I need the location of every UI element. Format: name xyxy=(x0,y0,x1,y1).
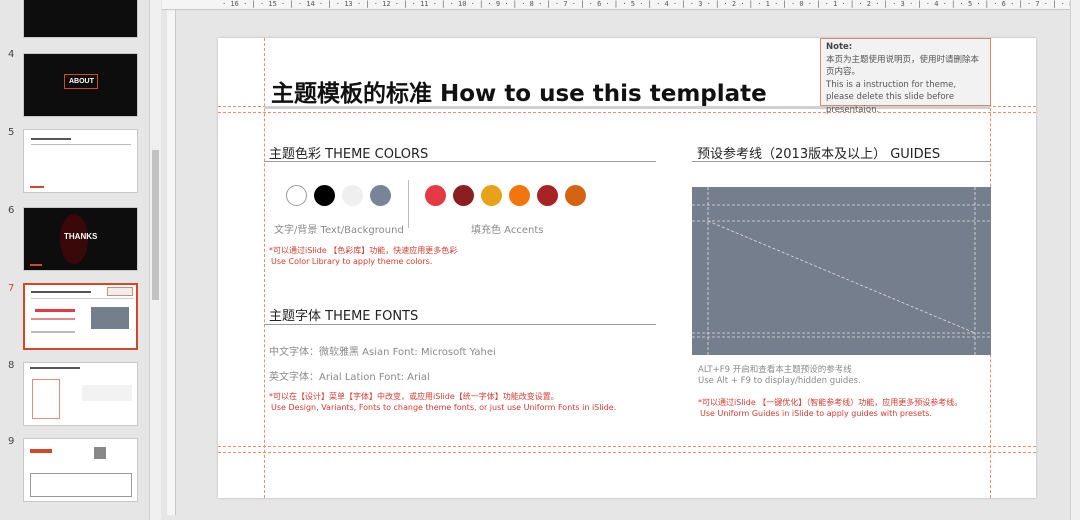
thumbnail-guides-box xyxy=(91,307,129,329)
thumbnail-swatches xyxy=(35,309,75,312)
scrollbar-handle[interactable] xyxy=(152,150,159,300)
thumbnail-logo xyxy=(30,186,44,188)
text-background-swatch[interactable] xyxy=(342,185,363,206)
text-background-swatch[interactable] xyxy=(286,185,307,206)
font-note-cn: *可以在【设计】菜单【字体】中改变，或应用iSlide【统一字体】功能改变设置。 xyxy=(269,392,559,401)
accent-swatch[interactable] xyxy=(425,185,446,206)
note-text-en: This is a instruction for theme, please … xyxy=(826,79,957,115)
color-divider xyxy=(408,180,409,228)
guides-desc-en: Use Alt + F9 to display/hidden guides. xyxy=(698,376,861,386)
text-background-swatch[interactable] xyxy=(314,185,335,206)
guides-title[interactable]: 预设参考线（2013版本及以上） GUIDES xyxy=(697,143,940,162)
horizontal-ruler: · 16 · | · 15 · | · 14 · | · 13 · | · 12… xyxy=(162,0,1072,10)
thumbnail-rule xyxy=(31,298,134,299)
font-note-en: Use Design, Variants, Fonts to change th… xyxy=(271,403,617,412)
slide-number: 4 xyxy=(8,49,15,60)
guide-line[interactable] xyxy=(218,446,1036,447)
accents-label: 填充色 Accents xyxy=(471,225,544,236)
preview-guide xyxy=(707,220,976,334)
thumbnail-text-line xyxy=(31,318,75,320)
guides-note-en: Use Uniform Guides in iSlide to apply gu… xyxy=(700,409,932,418)
accent-swatch[interactable] xyxy=(537,185,558,206)
slide-thumbnail-3[interactable] xyxy=(23,0,138,38)
thumbnail-caption: THANKS xyxy=(64,232,98,241)
slide-number: 5 xyxy=(8,127,15,138)
slide-title[interactable]: 主题模板的标准 How to use this template xyxy=(271,74,767,108)
thumbnail-shape xyxy=(82,385,132,401)
color-note-cn: *可以通过iSlide 【色彩库】功能，快速应用更多色彩 xyxy=(269,246,458,255)
thumbnail-qrcode xyxy=(94,447,106,459)
text-background-swatch[interactable] xyxy=(370,185,391,206)
slide-thumbnail-7-selected[interactable] xyxy=(23,283,138,350)
vertical-ruler xyxy=(167,10,176,515)
slide-thumbnail-5[interactable] xyxy=(23,129,138,193)
slide-thumbnail-panel: 4 ABOUT 5 6 THANKS 7 8 9 xyxy=(0,0,148,520)
thumbnail-table xyxy=(32,379,60,419)
slide-thumbnail-8[interactable] xyxy=(23,362,138,426)
note-text-cn: 本页为主题使用说明页，使用时请删除本页内容。 xyxy=(826,54,980,78)
slide-thumbnail-6[interactable]: THANKS xyxy=(23,207,138,271)
text-background-label: 文字/背景 Text/Background xyxy=(274,225,404,236)
guides-note-cn: *可以通过iSlide 【一键优化】（智能参考线）功能，应用更多预设参考线。 xyxy=(698,398,963,407)
accent-swatch[interactable] xyxy=(453,185,474,206)
thumbnail-scrollbar[interactable] xyxy=(149,0,161,520)
slide-number: 9 xyxy=(8,436,15,447)
theme-colors-title[interactable]: 主题色彩 THEME COLORS xyxy=(269,143,428,162)
slide-number: 6 xyxy=(8,205,15,216)
color-note-en: Use Color Library to apply theme colors. xyxy=(271,257,433,266)
slide-number: 8 xyxy=(8,360,15,371)
thumbnail-text-line xyxy=(31,291,91,293)
accent-swatch[interactable] xyxy=(509,185,530,206)
guides-preview-box[interactable] xyxy=(692,187,991,355)
slide-thumbnail-9[interactable] xyxy=(23,438,138,502)
section-rule xyxy=(264,161,656,162)
slide-number: 7 xyxy=(8,283,15,294)
latin-font-text: 英文字体：Arial Lation Font: Arial xyxy=(269,372,430,383)
note-heading: Note: xyxy=(826,42,853,52)
thumbnail-logo xyxy=(30,449,52,453)
ruler-ticks: · 16 · | · 15 · | · 14 · | · 13 · | · 12… xyxy=(222,0,1072,8)
thumbnail-logo xyxy=(30,264,42,266)
section-rule xyxy=(264,324,656,325)
vertical-scrollbar[interactable] xyxy=(1070,0,1080,520)
thumbnail-rule xyxy=(31,144,131,145)
theme-fonts-title[interactable]: 主题字体 THEME FONTS xyxy=(269,305,418,324)
thumbnail-caption: ABOUT xyxy=(69,78,94,85)
slide-thumbnail-4[interactable]: ABOUT xyxy=(23,53,138,117)
guide-line[interactable] xyxy=(218,452,1036,453)
section-rule xyxy=(692,161,991,162)
thumbnail-table xyxy=(30,473,132,497)
slide-canvas[interactable]: 主题模板的标准 How to use this template Note: 本… xyxy=(218,38,1036,498)
asian-font-text: 中文字体：微软雅黑 Asian Font: Microsoft Yahei xyxy=(269,347,496,358)
thumbnail-text-line xyxy=(31,138,71,140)
accent-swatch[interactable] xyxy=(481,185,502,206)
thumbnail-note xyxy=(107,287,133,296)
note-box[interactable]: Note: 本页为主题使用说明页，使用时请删除本页内容。 This is a i… xyxy=(820,38,991,115)
thumbnail-text-line xyxy=(30,367,80,369)
accent-swatch[interactable] xyxy=(565,185,586,206)
thumbnail-text-line xyxy=(31,331,75,333)
guides-preview-svg xyxy=(692,187,991,355)
